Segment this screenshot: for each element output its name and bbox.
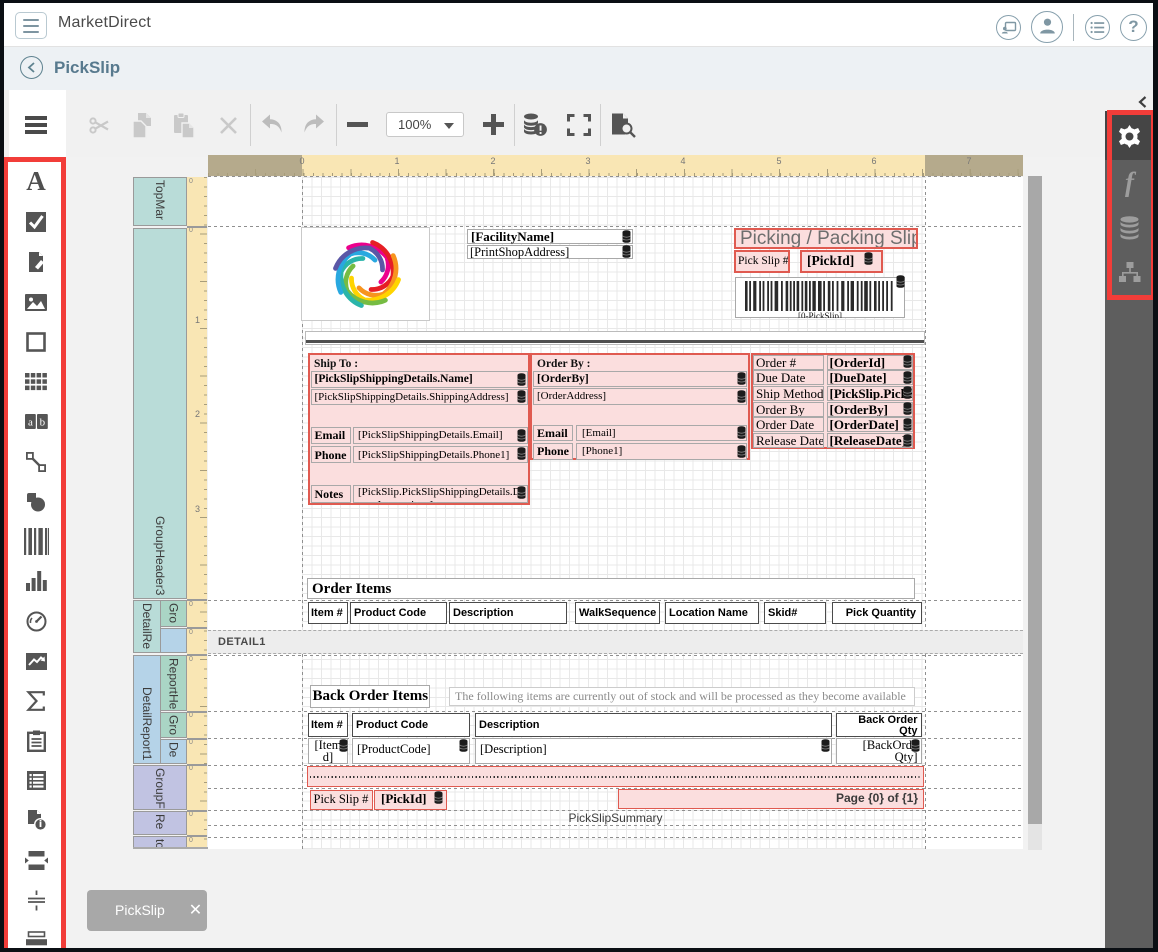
svg-text:a: a <box>28 417 33 429</box>
svg-text:b: b <box>40 417 46 429</box>
